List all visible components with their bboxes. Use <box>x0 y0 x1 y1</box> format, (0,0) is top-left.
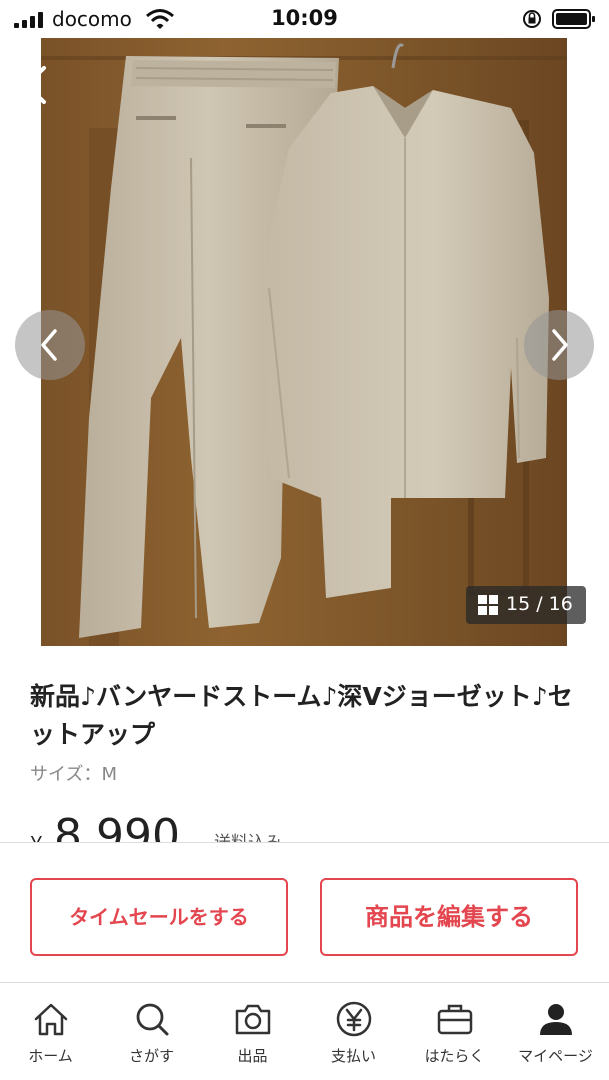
yen-icon <box>336 1001 372 1037</box>
photo-carousel[interactable]: 15 / 16 <box>0 38 609 646</box>
tab-mypage[interactable]: マイページ <box>505 983 606 1080</box>
chevron-left-icon <box>41 329 57 361</box>
next-photo-button[interactable] <box>524 310 594 380</box>
tab-label: マイページ <box>518 1047 593 1065</box>
tab-sell[interactable]: 出品 <box>202 983 303 1080</box>
shipping-label: 送料込み <box>214 828 282 842</box>
previous-photo-button[interactable] <box>15 310 85 380</box>
product-photo[interactable] <box>41 38 567 646</box>
tab-label: 支払い <box>330 1047 376 1065</box>
chevron-right-icon <box>552 329 568 361</box>
item-size: サイズ：M <box>30 764 117 785</box>
edit-item-button[interactable]: 商品を編集する <box>320 878 578 956</box>
status-bar: docomo 10:09 <box>0 0 609 38</box>
camera-icon <box>235 1004 271 1035</box>
home-icon <box>34 1003 68 1036</box>
briefcase-icon <box>437 1004 473 1035</box>
rotation-lock-icon <box>523 10 541 28</box>
tab-label: ホーム <box>28 1047 73 1065</box>
photo-counter[interactable]: 15 / 16 <box>466 586 586 624</box>
tab-work[interactable]: はたらく <box>404 983 505 1080</box>
action-bar: タイムセールをする 商品を編集する <box>0 842 609 982</box>
photo-counter-text: 15 / 16 <box>506 593 573 615</box>
grid-icon <box>478 595 498 615</box>
tab-payment[interactable]: 支払い <box>303 983 404 1080</box>
search-icon <box>136 1003 169 1036</box>
clock: 10:09 <box>271 6 338 30</box>
tab-bar: ホーム さがす 出品 支払い はたらく マイページ <box>0 982 609 1080</box>
user-icon <box>540 1004 572 1035</box>
back-icon[interactable] <box>16 60 56 110</box>
tab-search[interactable]: さがす <box>101 983 202 1080</box>
tab-label: さがす <box>128 1047 174 1065</box>
item-price: 8,990 <box>54 810 180 842</box>
tab-home[interactable]: ホーム <box>0 983 101 1080</box>
tab-label: はたらく <box>424 1047 485 1065</box>
price-currency: ¥ <box>30 832 43 842</box>
timesale-button[interactable]: タイムセールをする <box>30 878 288 956</box>
battery-icon <box>552 9 595 29</box>
item-title: 新品♪バンヤードストーム♪深Vジョーゼット♪セットアップ <box>30 682 573 749</box>
price-row: ¥ 8,990 送料込み <box>0 800 609 842</box>
tab-label: 出品 <box>237 1047 268 1065</box>
